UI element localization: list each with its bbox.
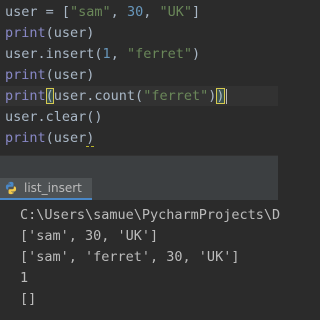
brace-match: ( [45,88,54,104]
code-token: , [143,4,160,20]
code-token: (user [45,130,87,146]
code-line-1[interactable]: user = ["sam", 30, "UK"] [5,2,200,22]
code-token: user.count( [53,88,144,104]
brace-match: ) [216,88,225,104]
tab-list-insert[interactable]: list_insert [0,178,92,200]
builtin-function: print [5,88,46,104]
string-literal: "ferret" [143,88,209,104]
text-caret [225,88,227,104]
code-line-4[interactable]: print(user) [5,65,94,85]
python-icon [5,181,17,195]
warning-squiggle: ) [86,130,95,147]
code-line-5[interactable]: print(user.count("ferret")) [0,86,278,106]
code-token: (user) [45,25,95,41]
number-literal: 1 [102,46,111,62]
code-token: ) [191,46,201,62]
string-literal: "UK" [159,4,192,20]
console-line: ['sam', 'ferret', 30, 'UK'] [20,249,240,265]
code-token: user.insert( [5,46,103,62]
code-token: , [110,46,127,62]
code-token: , [110,4,127,20]
code-line-3[interactable]: user.insert(1, "ferret") [5,44,200,64]
run-tool-window-header: list_insert [0,178,278,201]
code-token: user [5,4,38,20]
console-line: C:\Users\samue\PycharmProjects\D [20,207,281,223]
console-line: 1 [20,270,29,286]
string-literal: "ferret" [126,46,192,62]
code-line-2[interactable]: print(user) [5,23,94,43]
console-line: [] [20,291,37,307]
number-literal: 30 [126,4,144,20]
code-editor[interactable]: user = ["sam", 30, "UK"] print(user) use… [0,0,278,155]
code-line-6[interactable]: user.clear() [5,107,103,127]
builtin-function: print [5,130,46,146]
code-token: (user) [45,67,95,83]
code-token: ] [191,4,201,20]
panel-splitter[interactable] [0,155,278,178]
builtin-function: print [5,25,46,41]
code-token: = [ [37,4,71,20]
console-line: ['sam', 30, 'UK'] [20,228,159,244]
builtin-function: print [5,67,46,83]
tab-label: list_insert [24,181,82,195]
code-line-7[interactable]: print(user) [5,128,95,148]
string-literal: "sam" [70,4,111,20]
run-console[interactable]: C:\Users\samue\PycharmProjects\D ['sam',… [0,201,281,320]
code-token: user.clear() [5,109,103,125]
